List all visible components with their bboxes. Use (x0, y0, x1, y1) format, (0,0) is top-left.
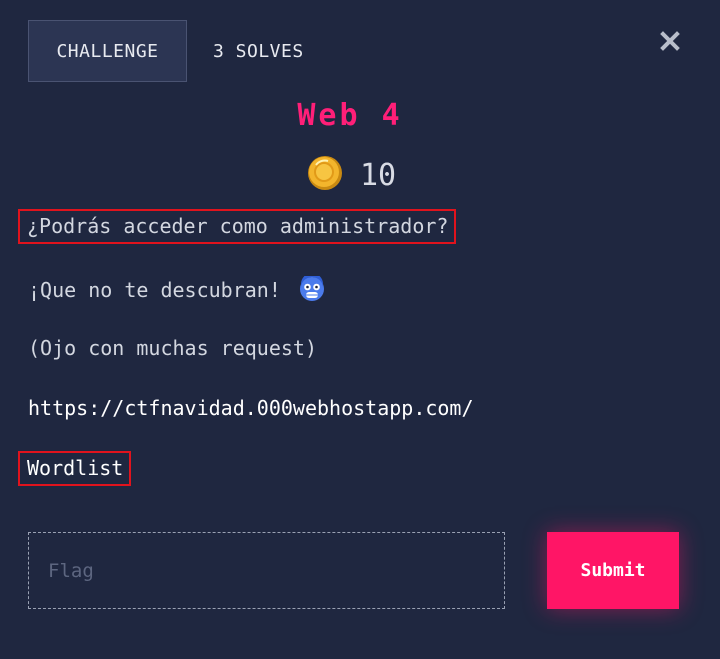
points-value: 10 (360, 157, 397, 193)
description-line-5: Wordlist (17, 451, 132, 486)
description-line-3: (Ojo con muchas request) (28, 336, 317, 360)
description-question: ¿Podrás acceder como administrador? (17, 209, 457, 244)
description-line-1: ¿Podrás acceder como administrador? (17, 209, 457, 244)
coin-icon (306, 154, 344, 196)
close-icon[interactable] (659, 30, 681, 52)
tab-challenge[interactable]: CHALLENGE (28, 20, 187, 82)
submit-button[interactable]: Submit (547, 532, 679, 609)
description-warning: ¡Que no te descubran! (28, 278, 281, 302)
wordlist-link[interactable]: Wordlist (17, 451, 132, 486)
challenge-title: Web 4 (297, 98, 403, 133)
challenge-points: 10 (306, 154, 396, 196)
flag-input[interactable] (28, 532, 505, 609)
tab-solves[interactable]: 3 SOLVES (187, 20, 304, 82)
description-line-4: https://ctfnavidad.000webhostapp.com/ (28, 396, 474, 420)
challenge-modal: CHALLENGE 3 SOLVES Web 4 10 ¿Podrás acce… (0, 0, 720, 659)
description-note: (Ojo con muchas request) (28, 336, 317, 360)
scared-face-icon (299, 273, 325, 307)
challenge-url[interactable]: https://ctfnavidad.000webhostapp.com/ (28, 396, 474, 420)
modal-tabs: CHALLENGE 3 SOLVES (28, 20, 304, 82)
description-line-2: ¡Que no te descubran! (28, 273, 325, 307)
